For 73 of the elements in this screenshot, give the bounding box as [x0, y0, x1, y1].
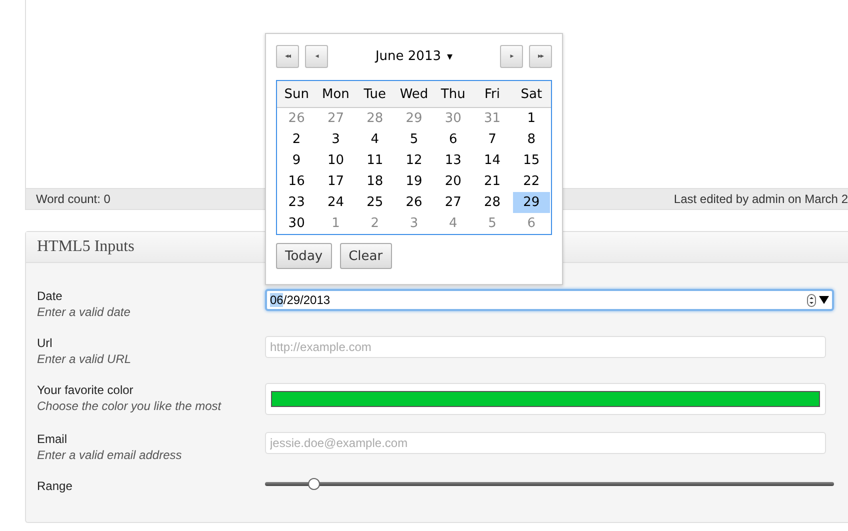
calendar-day[interactable]: 15: [512, 150, 550, 171]
email-field[interactable]: jessie.doe@example.com: [265, 432, 826, 454]
calendar-day[interactable]: 1: [317, 213, 354, 234]
calendar-day[interactable]: 5: [395, 129, 433, 150]
calendar-day[interactable]: 2: [356, 213, 394, 234]
calendar-day[interactable]: 4: [434, 213, 472, 234]
date-field[interactable]: 06/29/2013: [265, 289, 834, 311]
calendar-day[interactable]: 30: [434, 108, 472, 129]
calendar-day[interactable]: 27: [317, 108, 354, 129]
calendar-day[interactable]: 17: [317, 171, 354, 192]
dropdown-arrow-icon[interactable]: [819, 296, 829, 304]
calendar-day[interactable]: 13: [434, 150, 472, 171]
clear-button[interactable]: Clear: [340, 243, 392, 269]
calendar-day[interactable]: 26: [278, 108, 316, 129]
word-count: Word count: 0: [36, 192, 110, 206]
calendar-day[interactable]: 29: [512, 192, 550, 213]
calendar-day[interactable]: 2: [278, 129, 316, 150]
range-slider[interactable]: [265, 478, 834, 490]
weekday-header: Mon: [316, 81, 356, 108]
weekday-header: Thu: [434, 81, 473, 108]
calendar-day[interactable]: 28: [356, 108, 394, 129]
field-label: Range: [37, 479, 74, 493]
calendar-day[interactable]: 14: [474, 150, 511, 171]
calendar-day[interactable]: 3: [395, 213, 433, 234]
calendar-day[interactable]: 8: [512, 129, 550, 150]
field-hint: Enter a valid email address: [37, 448, 183, 462]
calendar-day[interactable]: 28: [474, 192, 511, 213]
calendar-day[interactable]: 20: [434, 171, 472, 192]
calendar-day[interactable]: 19: [395, 171, 433, 192]
calendar-day[interactable]: 1: [512, 108, 550, 129]
url-field[interactable]: http://example.com: [265, 336, 826, 358]
calendar-day[interactable]: 22: [512, 171, 550, 192]
field-label: Your favorite color: [37, 383, 134, 397]
field-hint: Choose the color you like the most: [37, 399, 222, 413]
weekday-header: Sat: [512, 81, 551, 108]
caret-icon[interactable]: ▾: [447, 50, 453, 62]
calendar-day[interactable]: 25: [356, 192, 394, 213]
calendar-day[interactable]: 30: [278, 213, 316, 234]
field-label: Date: [37, 289, 64, 303]
calendar-day[interactable]: 6: [434, 129, 472, 150]
calendar-day[interactable]: 5: [474, 213, 511, 234]
calendar-day[interactable]: 18: [356, 171, 394, 192]
calendar-day[interactable]: 21: [474, 171, 511, 192]
weekday-header: Sun: [277, 81, 316, 108]
color-field[interactable]: [265, 383, 826, 415]
calendar-day[interactable]: 4: [356, 129, 394, 150]
calendar-day[interactable]: 7: [474, 129, 511, 150]
weekday-header: Wed: [394, 81, 434, 108]
weekday-header: Fri: [472, 81, 512, 108]
field-label: Url: [37, 336, 54, 350]
stepper-icon[interactable]: [807, 294, 816, 306]
calendar-day[interactable]: 23: [278, 192, 316, 213]
calendar-day[interactable]: 12: [395, 150, 433, 171]
calendar-day[interactable]: 10: [317, 150, 354, 171]
month-title[interactable]: June 2013: [375, 48, 441, 64]
calendar-day[interactable]: 29: [395, 108, 433, 129]
field-hint: Enter a valid URL: [37, 352, 132, 366]
last-edited-text: Last edited by admin on March 2: [674, 192, 848, 206]
calendar-day[interactable]: 11: [356, 150, 394, 171]
weekday-header: Tue: [355, 81, 394, 108]
calendar-day[interactable]: 27: [434, 192, 472, 213]
calendar-day[interactable]: 26: [395, 192, 433, 213]
calendar-day[interactable]: 6: [512, 213, 550, 234]
slider-thumb[interactable]: [308, 478, 320, 490]
calendar-day[interactable]: 16: [278, 171, 316, 192]
field-hint: Enter a valid date: [37, 305, 132, 319]
today-button[interactable]: Today: [276, 243, 332, 269]
field-label: Email: [37, 432, 68, 446]
calendar-day[interactable]: 24: [317, 192, 354, 213]
calendar-day[interactable]: 9: [278, 150, 316, 171]
panel-title: HTML5 Inputs: [37, 238, 134, 256]
calendar-day[interactable]: 3: [317, 129, 354, 150]
calendar-day[interactable]: 31: [474, 108, 511, 129]
